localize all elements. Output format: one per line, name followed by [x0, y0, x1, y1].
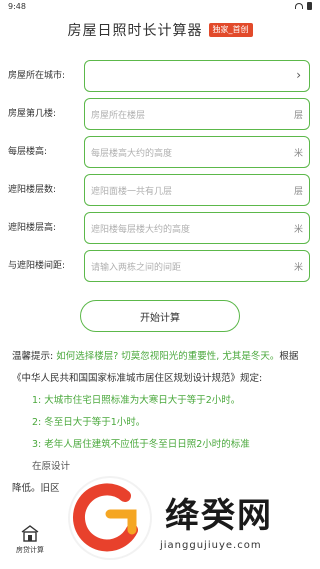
header: 房屋日照时长计算器 独家_首创	[0, 20, 320, 40]
form-row-city: 房屋所在城市: ›	[0, 60, 320, 92]
status-bar: 9:48	[0, 0, 320, 14]
shade-floors-unit: 层	[293, 187, 303, 197]
form-row-shade-floors: 遮阳楼层数: 遮阳面楼一共有几层 层	[0, 174, 320, 206]
distance-unit: 米	[293, 263, 303, 273]
floor-height-unit: 米	[293, 149, 303, 159]
city-label: 房屋所在城市:	[8, 71, 66, 81]
tip-item-3: 3: 老年人居住建筑不应低于冬至日日照2小时的标准	[32, 439, 250, 450]
form-row-distance: 与遮阳楼间距: 请输入两栋之间的间距 米	[0, 250, 320, 282]
floor-input[interactable]: 房屋所在楼层 层	[84, 98, 310, 130]
watermark-logo	[70, 478, 150, 558]
tip-item-2: 2: 冬至日大于等于1小时。	[32, 417, 146, 428]
distance-placeholder: 请输入两栋之间的间距	[91, 263, 182, 273]
page-title: 房屋日照时长计算器	[67, 23, 203, 39]
city-select[interactable]: ›	[84, 60, 310, 92]
floor-placeholder: 房屋所在楼层	[91, 111, 146, 121]
form-row-shade-height: 遮阳楼层高: 遮阳楼每层楼大约的高度 米	[0, 212, 320, 244]
status-time: 9:48	[8, 2, 26, 11]
battery-icon	[307, 2, 312, 10]
wifi-icon	[295, 3, 303, 9]
watermark-text: 绛癸网	[165, 496, 273, 536]
tip-item-1: 1: 大城市住宅日照标准为大寒日大于等于2小时。	[32, 395, 241, 406]
exclusive-badge: 独家_首创	[208, 23, 253, 37]
tips-prefix: 温馨提示:	[12, 351, 57, 362]
floor-height-label: 每层楼高:	[8, 147, 48, 157]
distance-input[interactable]: 请输入两栋之间的间距 米	[84, 250, 310, 282]
form-row-floor: 房屋第几楼: 房屋所在楼层 层	[0, 98, 320, 130]
nav-item-mortgage[interactable]: 房贷计算	[10, 523, 50, 555]
watermark-url: jianggujiuye.com	[160, 540, 262, 551]
shade-floors-input[interactable]: 遮阳面楼一共有几层 层	[84, 174, 310, 206]
shade-floors-placeholder: 遮阳面楼一共有几层	[91, 187, 173, 197]
shade-height-unit: 米	[293, 225, 303, 235]
shade-height-placeholder: 遮阳楼每层楼大约的高度	[91, 225, 191, 235]
floor-unit: 层	[293, 111, 303, 121]
status-icons	[295, 2, 312, 10]
chevron-right-icon: ›	[296, 68, 301, 82]
floor-height-placeholder: 每层楼高大约的高度	[91, 149, 173, 159]
nav-label-mortgage: 房贷计算	[16, 546, 44, 554]
watermark: 绛癸网 jianggujiuye.com	[70, 478, 320, 569]
distance-label: 与遮阳楼间距:	[8, 261, 66, 271]
shade-height-label: 遮阳楼层高:	[8, 223, 57, 233]
floor-label: 房屋第几楼:	[8, 109, 57, 119]
tip-tail: 在原设计	[32, 461, 71, 472]
shade-height-input[interactable]: 遮阳楼每层楼大约的高度 米	[84, 212, 310, 244]
shade-floors-label: 遮阳楼层数:	[8, 185, 57, 195]
form-row-floor-height: 每层楼高: 每层楼高大约的高度 米	[0, 136, 320, 168]
tips-section: 温馨提示: 如何选择楼层? 切莫忽视阳光的重要性, 尤其是冬天。根据《中华人民共…	[12, 346, 312, 500]
tips-intro: 温馨提示: 如何选择楼层? 切莫忽视阳光的重要性, 尤其是冬天。根据《中华人民共…	[12, 346, 312, 390]
tips-highlight: 如何选择楼层? 切莫忽视阳光的重要性, 尤其是冬天。	[56, 351, 280, 362]
start-calculate-button[interactable]: 开始计算	[80, 300, 240, 332]
floor-height-input[interactable]: 每层楼高大约的高度 米	[84, 136, 310, 168]
home-calculator-icon	[20, 523, 40, 543]
